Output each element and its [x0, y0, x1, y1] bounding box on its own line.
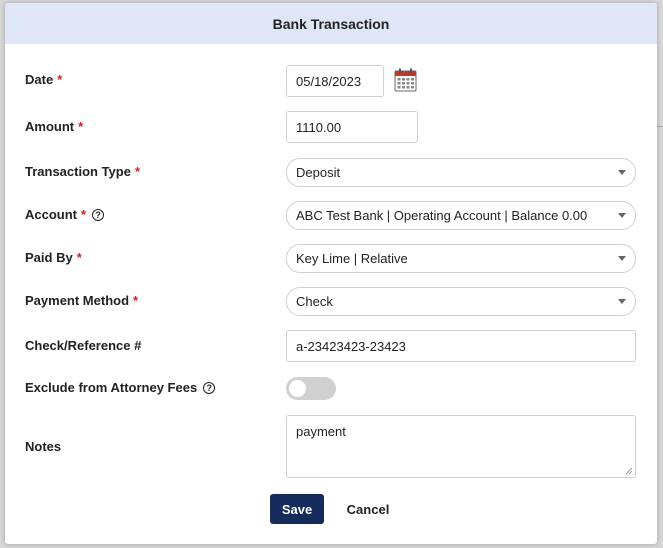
cancel-button[interactable]: Cancel [339, 494, 397, 524]
payment-method-label: Payment Method * [25, 293, 139, 308]
required-asterisk: * [78, 119, 84, 134]
save-button[interactable]: Save [270, 494, 324, 524]
chevron-down-icon [618, 299, 626, 304]
toggle-knob [289, 380, 306, 397]
transaction-type-select[interactable]: Deposit [286, 158, 636, 187]
chevron-down-icon [618, 213, 626, 218]
required-asterisk: * [133, 293, 139, 308]
dialog-title: Bank Transaction [272, 15, 390, 32]
check-reference-input[interactable]: a-23423423-23423 [286, 330, 636, 362]
date-label: Date * [25, 72, 63, 87]
transaction-type-label: Transaction Type * [25, 164, 141, 179]
question-circle-icon[interactable]: ? [203, 381, 216, 394]
payment-method-select[interactable]: Check [286, 287, 636, 316]
bank-transaction-dialog: Bank Transaction Date * 05/18/2023 Amoun… [5, 3, 657, 544]
notes-label: Notes [25, 439, 62, 454]
exclude-fees-toggle[interactable] [286, 377, 336, 400]
paid-by-select[interactable]: Key Lime | Relative [286, 244, 636, 273]
account-label: Account * ? [25, 207, 105, 222]
required-asterisk: * [76, 250, 82, 265]
amount-label: Amount * [25, 119, 84, 134]
required-asterisk: * [81, 207, 87, 222]
required-asterisk: * [134, 164, 141, 179]
amount-input[interactable]: 1110.00 [286, 111, 418, 143]
notes-textarea[interactable]: payment [286, 415, 636, 478]
question-circle-icon[interactable]: ? [92, 208, 105, 221]
account-select[interactable]: ABC Test Bank | Operating Account | Bala… [286, 201, 636, 230]
check-reference-label: Check/Reference # [25, 338, 142, 353]
exclude-fees-label: Exclude from Attorney Fees ? [25, 380, 216, 395]
paid-by-label: Paid By * [25, 250, 82, 265]
chevron-down-icon [618, 256, 626, 261]
date-input[interactable]: 05/18/2023 [286, 65, 384, 97]
resize-grip-icon[interactable] [625, 467, 633, 475]
calendar-icon[interactable] [394, 68, 417, 92]
required-asterisk: * [57, 72, 63, 87]
dialog-header: Bank Transaction [5, 3, 657, 44]
chevron-down-icon [618, 170, 626, 175]
